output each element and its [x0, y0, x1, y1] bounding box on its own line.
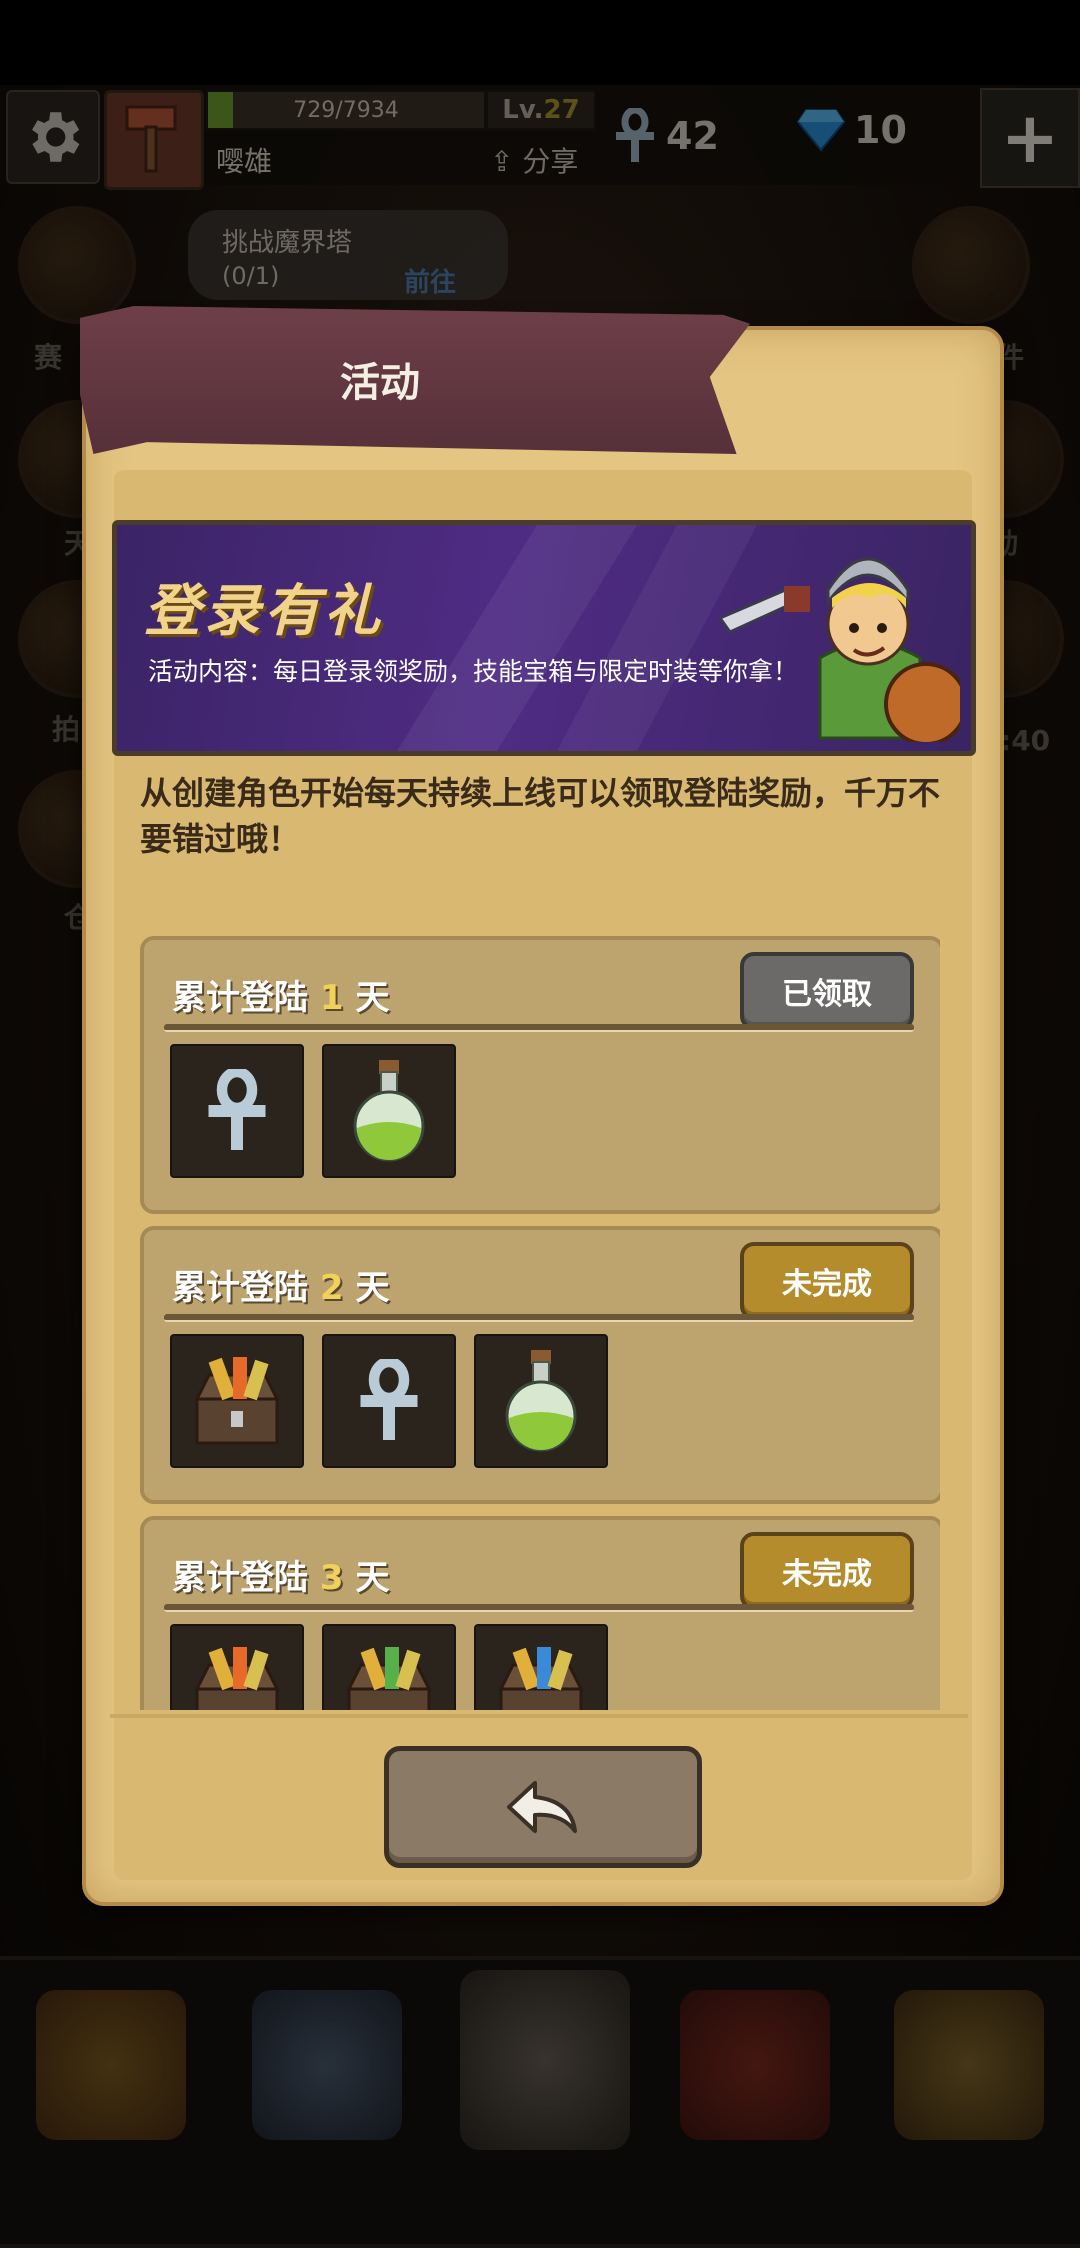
reward-card-title: 累计登陆 2 天 [172, 1260, 389, 1309]
event-intro-text: 从创建角色开始每天持续上线可以领取登陆奖励，千万不要错过哦！ [140, 774, 941, 858]
incomplete-button[interactable]: 未完成 [740, 1242, 914, 1320]
day-number: 2 [319, 1268, 344, 1308]
day-number: 3 [319, 1558, 344, 1598]
title-prefix: 累计登陆 [172, 1558, 320, 1598]
title-suffix: 天 [343, 1558, 390, 1598]
reward-list[interactable]: 累计登陆 1 天 已领取 累计登陆 2 天 未完成 累计登陆 3 天 未完成 [140, 936, 940, 1710]
reward-card-title: 累计登陆 3 天 [172, 1550, 389, 1599]
claimed-button[interactable]: 已领取 [740, 952, 914, 1030]
skill-chest-icon [346, 1647, 432, 1710]
skill-chest-icon [194, 1647, 280, 1710]
title-suffix: 天 [343, 978, 390, 1018]
skill-chest-icon [498, 1647, 584, 1710]
green-potion-icon [505, 1350, 577, 1452]
reward-slot[interactable] [474, 1624, 608, 1710]
reward-slot[interactable] [170, 1624, 304, 1710]
reward-slot[interactable] [170, 1334, 304, 1468]
reward-slot[interactable] [170, 1044, 304, 1178]
card-divider [164, 1024, 914, 1032]
ankh-icon [208, 1069, 266, 1150]
reward-card-title: 累计登陆 1 天 [172, 970, 389, 1019]
ankh-icon [360, 1359, 418, 1440]
knight-character-icon [717, 557, 960, 742]
title-prefix: 累计登陆 [172, 978, 320, 1018]
reward-card-day-1: 累计登陆 1 天 已领取 [140, 936, 940, 1214]
reward-slot[interactable] [322, 1334, 456, 1468]
title-suffix: 天 [343, 1268, 390, 1308]
modal-title: 活动 [340, 360, 420, 406]
back-arrow-icon [507, 1781, 577, 1833]
reward-card-day-2: 累计登陆 2 天 未完成 [140, 1226, 940, 1504]
green-potion-icon [353, 1060, 425, 1162]
title-prefix: 累计登陆 [172, 1268, 320, 1308]
incomplete-button[interactable]: 未完成 [740, 1532, 914, 1610]
card-divider [164, 1314, 914, 1322]
reward-slot[interactable] [474, 1334, 608, 1468]
reward-slot[interactable] [322, 1624, 456, 1710]
banner-title: 登录有礼 [144, 579, 384, 644]
panel-footer-divider [110, 1714, 968, 1718]
skill-chest-icon [194, 1357, 280, 1445]
reward-card-day-3: 累计登陆 3 天 未完成 [140, 1516, 940, 1710]
reward-slot[interactable] [322, 1044, 456, 1178]
day-number: 1 [319, 978, 344, 1018]
back-button[interactable] [384, 1746, 702, 1868]
card-divider [164, 1604, 914, 1612]
